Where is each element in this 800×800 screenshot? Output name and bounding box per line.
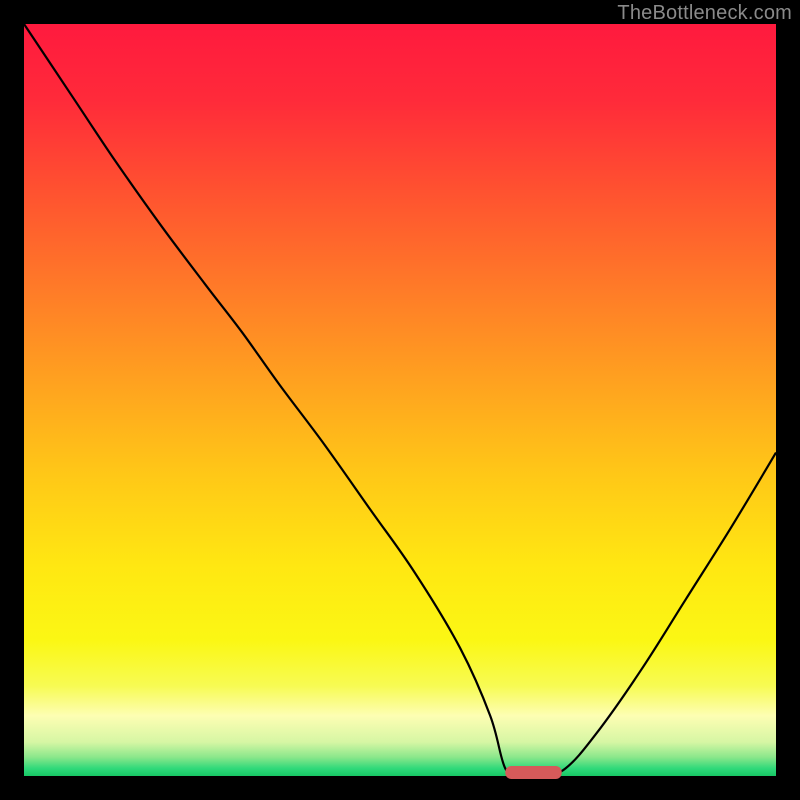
plot-background — [24, 24, 776, 776]
optimal-marker — [505, 766, 561, 779]
watermark-label: TheBottleneck.com — [617, 2, 792, 25]
chart-container: TheBottleneck.com — [0, 0, 800, 800]
bottleneck-curve-chart — [0, 0, 800, 800]
